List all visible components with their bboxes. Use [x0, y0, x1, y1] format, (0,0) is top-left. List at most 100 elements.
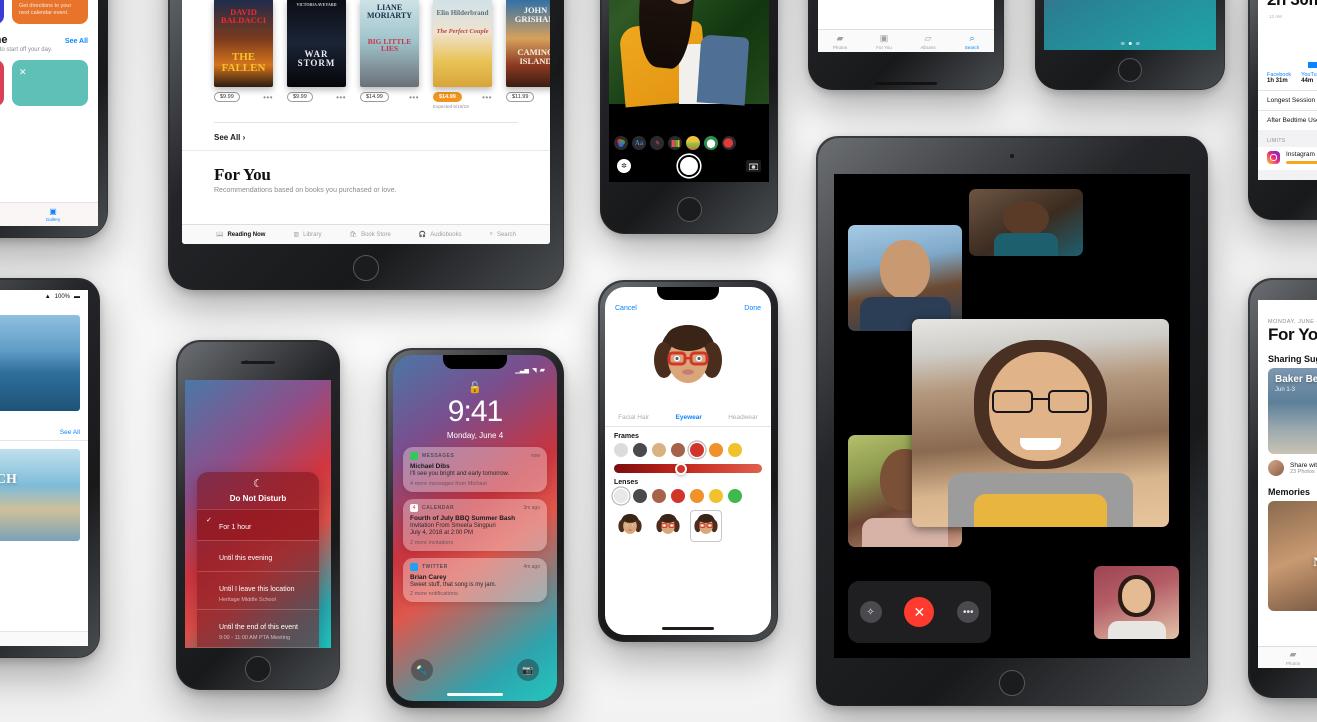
tab-photos[interactable]: ▰ Photos [818, 30, 862, 52]
tab-library[interactable]: ▥ Library [293, 231, 321, 239]
end-call-button[interactable]: ✕ [904, 597, 935, 628]
color-swatch[interactable] [652, 443, 666, 457]
shortcut-card[interactable]: ★ Time to Leave for AVA See how long it … [0, 0, 4, 24]
shortcut-card[interactable]: ★ Directions to Event Get directions to … [12, 0, 88, 24]
more-button[interactable]: ••• [957, 601, 980, 624]
tab-book-store[interactable]: 🛍 Book Store [349, 231, 390, 239]
cancel-button[interactable]: Cancel [615, 305, 637, 312]
tab-search[interactable]: ⌕ Search [490, 231, 516, 238]
color-swatch[interactable] [728, 489, 742, 503]
tab-reading-now[interactable]: 📖 Reading Now [216, 231, 266, 239]
done-button[interactable]: Done [744, 305, 761, 312]
color-swatch[interactable] [614, 489, 628, 503]
notification-more[interactable]: 2 more invitations [410, 540, 540, 546]
color-swatch[interactable] [690, 443, 704, 457]
notification-more[interactable]: 4 more messages from Michael [410, 481, 540, 487]
heart-sticker[interactable] [722, 136, 736, 150]
book-cover[interactable]: DAVID BALDACCI THE FALLEN [214, 0, 273, 87]
book-price[interactable]: $14.99 [360, 92, 389, 102]
effects-button[interactable]: ✧ [859, 601, 882, 624]
book-price[interactable]: $9.99 [214, 92, 240, 102]
memoji-style-option[interactable] [652, 510, 684, 542]
burger-sticker[interactable] [686, 136, 700, 150]
color-swatch[interactable] [671, 443, 685, 457]
book-item[interactable]: LIANE MORIARTY BIG LITTLE LIES $14.99 ••… [360, 0, 419, 109]
color-swatch[interactable] [614, 443, 628, 457]
sharing-suggestion-card[interactable]: Baker Beach Jun 1-3 [1268, 368, 1317, 454]
see-all-link[interactable]: See All › [214, 122, 518, 142]
see-all-link[interactable]: See All [65, 38, 88, 45]
tab-search[interactable]: ⌕ Search [950, 30, 994, 52]
shapes-icon[interactable] [668, 136, 682, 150]
limit-row-instagram[interactable]: Instagram [1258, 147, 1317, 170]
facetime-participant-tile[interactable] [969, 188, 1084, 257]
home-button[interactable] [999, 670, 1025, 696]
book-price[interactable]: $14.99 [433, 92, 462, 102]
notification-twitter[interactable]: TWITTER 4m ago Brian Carey Sweet stuff, … [403, 557, 547, 602]
memoji-style-option[interactable] [614, 510, 646, 542]
tab-photos[interactable]: ▰ Photos [1258, 647, 1317, 668]
search-field[interactable]: ⌕ Search [0, 631, 88, 646]
memoji-style-option-selected[interactable] [690, 510, 722, 542]
book-price[interactable]: $9.99 [287, 92, 313, 102]
flip-camera-icon[interactable] [746, 160, 761, 172]
camera-icon[interactable]: 📷 [517, 659, 539, 681]
book-cover[interactable]: JOHN GRISHAM CAMINO ISLAND [506, 0, 550, 87]
memory-card[interactable]: MALIBU BEACH June 9 - 15 [0, 449, 80, 541]
color-swatch[interactable] [690, 489, 704, 503]
more-icon[interactable]: ••• [409, 93, 419, 101]
filters-icon[interactable] [614, 136, 628, 150]
text-aa-icon[interactable]: Aa [632, 136, 646, 150]
book-price[interactable]: $11.99 [506, 92, 535, 102]
flashlight-icon[interactable]: 🔦 [411, 659, 433, 681]
book-cover[interactable]: Elin Hilderbrand The Perfect Couple [433, 0, 492, 87]
book-item[interactable]: Elin Hilderbrand The Perfect Couple $14.… [433, 0, 492, 109]
color-swatch[interactable] [633, 489, 647, 503]
facetime-participant-tile[interactable] [848, 224, 963, 332]
tab-library[interactable]: ▤ Library [0, 203, 8, 226]
home-button[interactable] [245, 656, 271, 682]
frames-color-slider[interactable] [614, 462, 762, 475]
book-cover[interactable]: LIANE MORIARTY BIG LITTLE LIES [360, 0, 419, 87]
home-button[interactable] [353, 255, 379, 281]
more-icon[interactable]: ••• [263, 93, 273, 101]
dnd-option-until-evening[interactable]: Until this evening [197, 540, 319, 571]
home-button[interactable] [676, 197, 702, 222]
shutter-button[interactable] [677, 155, 700, 177]
tab-albums[interactable]: ▱ Albums [906, 30, 950, 52]
dnd-option-until-event-end[interactable]: Until the end of this event 9:00 - 11:00… [197, 609, 319, 647]
photo-thumbnail[interactable] [0, 315, 80, 411]
book-cover[interactable]: VICTORIA AVEYARD WAR STORM [287, 0, 346, 87]
color-swatch[interactable] [671, 489, 685, 503]
home-button[interactable] [1118, 58, 1142, 82]
signature-icon[interactable]: ✎ [650, 136, 664, 150]
tab-headwear[interactable]: Headwear [728, 414, 758, 421]
effects-icon[interactable]: ✲ [617, 159, 631, 173]
color-swatch[interactable] [709, 443, 723, 457]
facetime-active-speaker-tile[interactable] [912, 319, 1169, 528]
book-item[interactable]: VICTORIA AVEYARD WAR STORM $9.99 ••• [287, 0, 346, 109]
color-swatch[interactable] [652, 489, 666, 503]
share-row[interactable]: Share with Ann 23 Photos [1258, 454, 1317, 482]
color-swatch[interactable] [633, 443, 647, 457]
book-item[interactable]: DAVID BALDACCI THE FALLEN $9.99 ••• [214, 0, 273, 109]
color-swatch[interactable] [709, 489, 723, 503]
tab-gallery[interactable]: ▣ Gallery [8, 203, 98, 226]
slider-knob[interactable] [674, 462, 687, 475]
row-after-bedtime-use[interactable]: After Bedtime Use [1258, 110, 1317, 130]
shortcut-card[interactable]: ✕ [12, 60, 88, 106]
schedule-button[interactable]: Schedule [197, 647, 319, 648]
shortcut-card[interactable] [0, 60, 4, 106]
dnd-option-for-1-hour[interactable]: ✓ For 1 hour [197, 509, 319, 540]
color-swatch[interactable] [728, 443, 742, 457]
more-icon[interactable]: ••• [482, 93, 492, 101]
see-all-link[interactable]: See All [0, 423, 88, 441]
tab-facial-hair[interactable]: Facial Hair [618, 414, 649, 421]
tab-for-you[interactable]: ▣ For You [862, 30, 906, 52]
tab-audiobooks[interactable]: 🎧 Audiobooks [419, 231, 462, 239]
notification-calendar[interactable]: 4 CALENDAR 3m ago Fourth of July BBQ Sum… [403, 498, 547, 551]
row-longest-session[interactable]: Longest Session [1258, 90, 1317, 110]
notification-messages[interactable]: MESSAGES now Michael Dibs I'll see you b… [403, 447, 547, 492]
notification-more[interactable]: 2 more notifications [410, 591, 540, 597]
facetime-participant-tile[interactable] [1093, 566, 1180, 639]
